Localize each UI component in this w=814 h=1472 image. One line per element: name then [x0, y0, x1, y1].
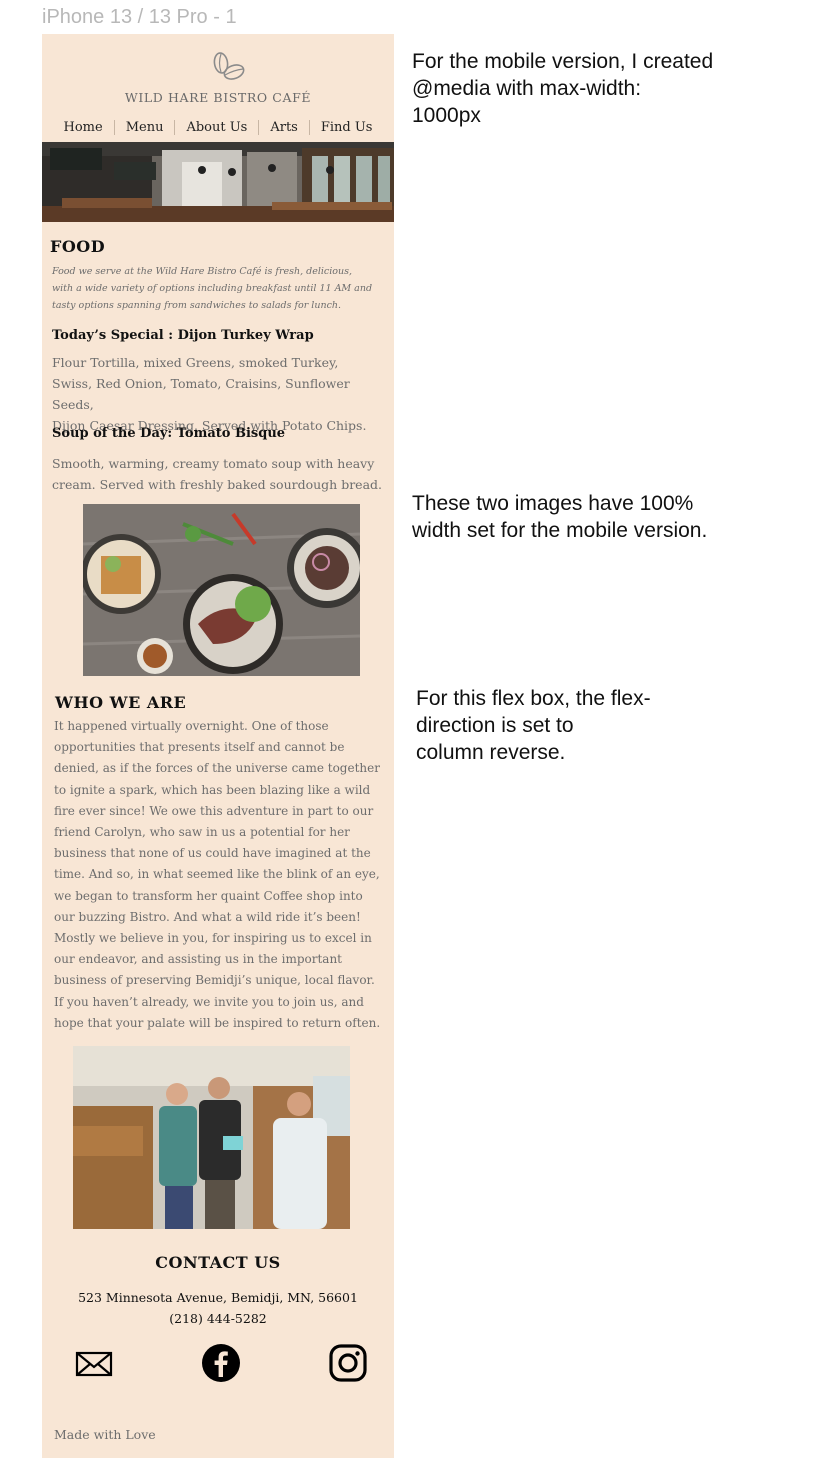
nav-arts[interactable]: Arts [258, 120, 309, 135]
food-heading: FOOD [50, 237, 106, 256]
todays-special-title: Today’s Special : Dijon Turkey Wrap [52, 328, 314, 343]
mail-icon[interactable] [74, 1343, 114, 1383]
food-dishes-image [83, 504, 360, 676]
nav-menu[interactable]: Menu [113, 120, 175, 135]
instagram-icon[interactable] [328, 1343, 368, 1383]
coffee-beans-logo-icon [213, 52, 245, 80]
todays-special-description: Flour Tortilla, mixed Greens, smoked Tur… [52, 355, 367, 433]
mobile-frame: WILD HARE BISTRO CAFÉ Home Menu About Us… [42, 34, 394, 1458]
who-we-are-heading: WHO WE ARE [55, 693, 187, 712]
contact-address: 523 Minnesota Avenue, Bemidji, MN, 56601 [78, 1290, 358, 1305]
team-photo-image [73, 1046, 350, 1229]
cafe-interior-image [42, 142, 394, 222]
note-flex: For this flex box, the flex-direction is… [416, 687, 651, 764]
facebook-icon[interactable] [201, 1343, 241, 1383]
who-we-are-text: It happened virtually overnight. One of … [54, 719, 381, 1030]
nav-about-us[interactable]: About Us [174, 120, 258, 135]
contact-phone[interactable]: (218) 444-5282 [42, 1311, 394, 1326]
nav-find-us[interactable]: Find Us [308, 120, 384, 135]
nav-home[interactable]: Home [53, 120, 114, 135]
main-nav: Home Menu About Us Arts Find Us [42, 120, 394, 135]
soup-of-the-day-description: Smooth, warming, creamy tomato soup with… [52, 456, 383, 492]
note-images: These two images have 100% width set for … [412, 492, 708, 542]
brand-name: WILD HARE BISTRO CAFÉ [124, 90, 312, 105]
contact-us-heading: CONTACT US [155, 1253, 281, 1272]
soup-of-the-day-title: Soup of the Day: Tomato Bisque [52, 426, 286, 441]
note-media-query: For the mobile version, I created @media … [412, 50, 714, 127]
frame-label: iPhone 13 / 13 Pro - 1 [42, 6, 237, 28]
footer-made-with-love: Made with Love [54, 1427, 156, 1442]
food-description: Food we serve at the Wild Hare Bistro Ca… [52, 266, 373, 311]
